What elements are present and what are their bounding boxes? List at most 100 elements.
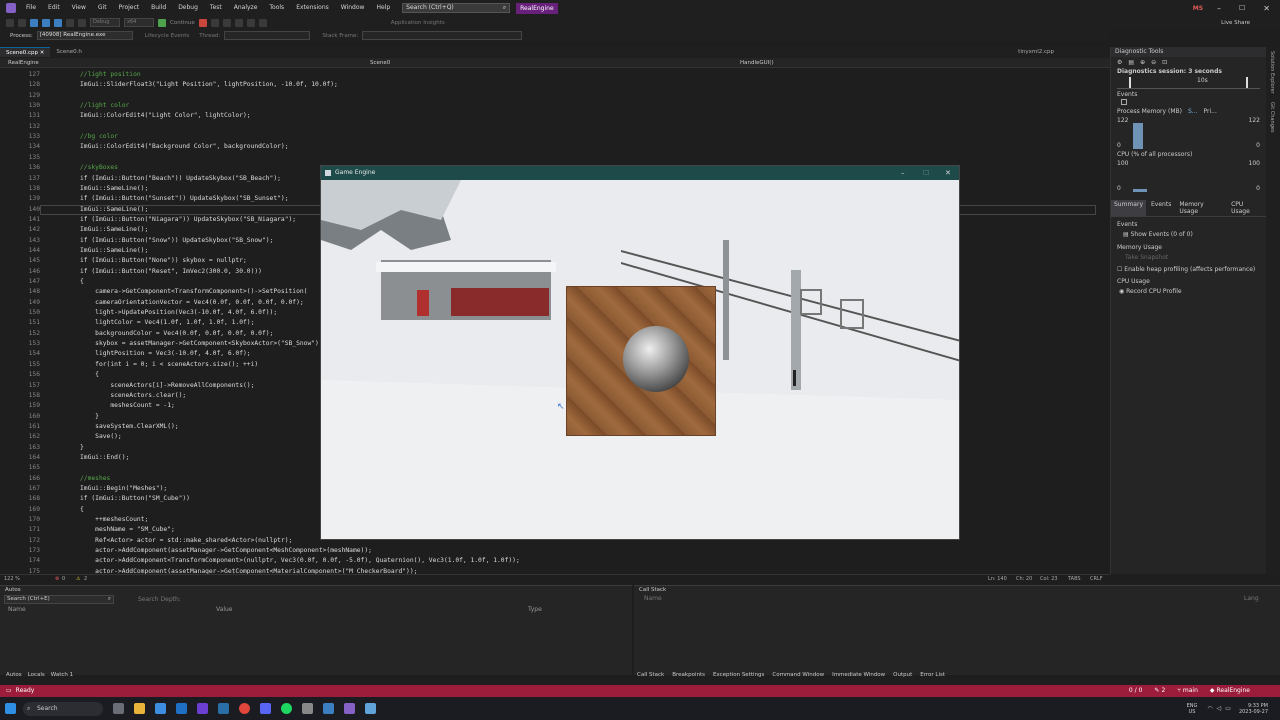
menu-file[interactable]: File (20, 0, 42, 16)
stack-frame-select[interactable] (362, 31, 523, 40)
tab-output[interactable]: Output (893, 672, 912, 682)
back-icon[interactable] (6, 18, 14, 27)
minimize-button[interactable]: – (1217, 4, 1221, 13)
tab-cpu-usage[interactable]: CPU Usage (1228, 200, 1266, 216)
timeline-end-handle[interactable] (1246, 77, 1248, 88)
stop-icon[interactable] (198, 18, 207, 27)
game-viewport[interactable]: ↖ (321, 180, 959, 539)
wifi-icon[interactable]: ◠ (1207, 705, 1212, 712)
tab-autos[interactable]: Autos (6, 672, 22, 682)
zoom-in-icon[interactable]: ⊕ (1140, 59, 1145, 66)
tab-error-list[interactable]: Error List (920, 672, 945, 682)
call-stack-col-name[interactable]: Name (644, 595, 1244, 602)
tab-exception-settings[interactable]: Exception Settings (713, 672, 764, 682)
tab-close-icon[interactable]: ✕ (40, 50, 45, 56)
clock[interactable]: 9:33 PM 2023-09-27 (1239, 703, 1268, 715)
continue-button[interactable]: Continue (170, 20, 195, 26)
menu-edit[interactable]: Edit (42, 0, 66, 16)
autos-col-type[interactable]: Type (528, 606, 542, 613)
tabs-indicator[interactable]: TABS (1068, 576, 1081, 582)
game-engine-taskbar-icon[interactable] (365, 703, 376, 714)
warning-count[interactable]: 2 (84, 576, 87, 582)
redo-icon[interactable] (78, 18, 86, 27)
tab-memory-usage[interactable]: Memory Usage (1176, 200, 1226, 216)
eol-indicator[interactable]: CRLF (1090, 576, 1103, 582)
tab-call-stack[interactable]: Call Stack (637, 672, 664, 682)
menu-test[interactable]: Test (204, 0, 228, 16)
obs-icon[interactable] (302, 703, 313, 714)
battery-icon[interactable]: ▭ (1225, 705, 1231, 712)
visual-studio-icon[interactable] (344, 703, 355, 714)
windows-start-icon[interactable] (5, 703, 16, 714)
volume-icon[interactable]: ◁ (1217, 705, 1222, 712)
file-explorer-icon[interactable] (134, 703, 145, 714)
reset-zoom-icon[interactable]: ⊡ (1162, 59, 1167, 66)
app-insights-label[interactable]: Application Insights (391, 20, 445, 26)
menu-project[interactable]: Project (113, 0, 146, 16)
photoshop-icon[interactable] (176, 703, 187, 714)
game-engine-window[interactable]: Game Engine – ☐ ✕ ↖ (320, 165, 960, 540)
steam-icon[interactable] (218, 703, 229, 714)
step-over-icon[interactable] (234, 18, 243, 27)
game-maximize-button[interactable]: ☐ (923, 166, 929, 180)
continue-icon[interactable] (158, 18, 166, 27)
restart-icon[interactable] (222, 18, 231, 27)
tab-watch1[interactable]: Watch 1 (51, 672, 73, 682)
branch-name[interactable]: main (1183, 685, 1198, 697)
process-select[interactable]: [40908] RealEngine.exe (36, 31, 133, 40)
call-stack-col-lang[interactable]: Lang (1244, 595, 1259, 602)
settings-icon[interactable]: ⚙ (1117, 59, 1122, 66)
save-all-icon[interactable] (54, 18, 62, 27)
language-indicator[interactable]: ENG US (1187, 703, 1198, 715)
git-changes-tab[interactable]: Git Changes (1266, 98, 1278, 137)
tab-command-window[interactable]: Command Window (772, 672, 824, 682)
zoom-level[interactable]: 122 % (4, 576, 20, 582)
chrome-icon[interactable] (239, 703, 250, 714)
tab-events[interactable]: Events (1148, 200, 1174, 216)
repo-name[interactable]: RealEngine (1217, 685, 1251, 697)
member-dropdown[interactable]: HandleGUI() (740, 60, 774, 66)
live-share-button[interactable]: Live Share (1221, 20, 1250, 26)
tab-immediate-window[interactable]: Immediate Window (832, 672, 885, 682)
forward-icon[interactable] (18, 18, 26, 27)
menu-window[interactable]: Window (335, 0, 371, 16)
record-cpu-button[interactable]: ◉ Record CPU Profile (1111, 285, 1266, 298)
menu-debug[interactable]: Debug (172, 0, 204, 16)
tab-tinyxml2-cpp[interactable]: tinyxml2.cpp (1012, 47, 1060, 57)
menu-view[interactable]: View (66, 0, 92, 16)
zoom-out-icon[interactable]: ⊖ (1151, 59, 1156, 66)
save-icon[interactable] (42, 18, 50, 27)
menu-extensions[interactable]: Extensions (290, 0, 335, 16)
show-events-link[interactable]: ▤ Show Events (0 of 0) (1111, 228, 1266, 241)
tab-scene0-h[interactable]: Scene0.h (50, 47, 88, 57)
menu-analyze[interactable]: Analyze (228, 0, 264, 16)
task-view-icon[interactable] (113, 703, 124, 714)
menu-build[interactable]: Build (145, 0, 172, 16)
step-out-icon[interactable] (258, 18, 267, 27)
store-icon[interactable] (155, 703, 166, 714)
autos-col-value[interactable]: Value (216, 606, 528, 613)
scope-dropdown[interactable]: Scene0 (370, 60, 740, 66)
spotify-icon[interactable] (281, 703, 292, 714)
lifecycle-events[interactable]: Lifecycle Events (145, 33, 190, 39)
game-title-bar[interactable]: Game Engine – ☐ ✕ (321, 166, 959, 180)
tab-summary[interactable]: Summary (1111, 200, 1146, 216)
discord-icon[interactable] (260, 703, 271, 714)
platform-select[interactable]: x64 (124, 18, 154, 27)
menu-tools[interactable]: Tools (263, 0, 290, 16)
config-select[interactable]: Debug (90, 18, 120, 27)
premiere-icon[interactable] (197, 703, 208, 714)
tab-scene0-cpp[interactable]: Scene0.cpp ✕ (0, 47, 51, 57)
project-dropdown[interactable]: RealEngine (0, 60, 370, 66)
pending-count[interactable]: 2 (1161, 685, 1165, 697)
close-button[interactable]: ✕ (1263, 4, 1270, 13)
app-icon[interactable] (323, 703, 334, 714)
solution-explorer-tab[interactable]: Solution Explorer (1266, 47, 1278, 98)
autos-search-input[interactable]: Search (Ctrl+E) ⌕ (4, 595, 114, 604)
taskbar-search[interactable]: ⌕ Search (23, 701, 103, 716)
search-input[interactable]: Search (Ctrl+Q) ⌕ (402, 3, 511, 13)
user-avatar[interactable]: MS (1193, 5, 1203, 12)
timeline-start-handle[interactable] (1129, 77, 1131, 88)
game-minimize-button[interactable]: – (901, 166, 905, 180)
timeline-ruler[interactable]: 10s (1117, 77, 1260, 89)
